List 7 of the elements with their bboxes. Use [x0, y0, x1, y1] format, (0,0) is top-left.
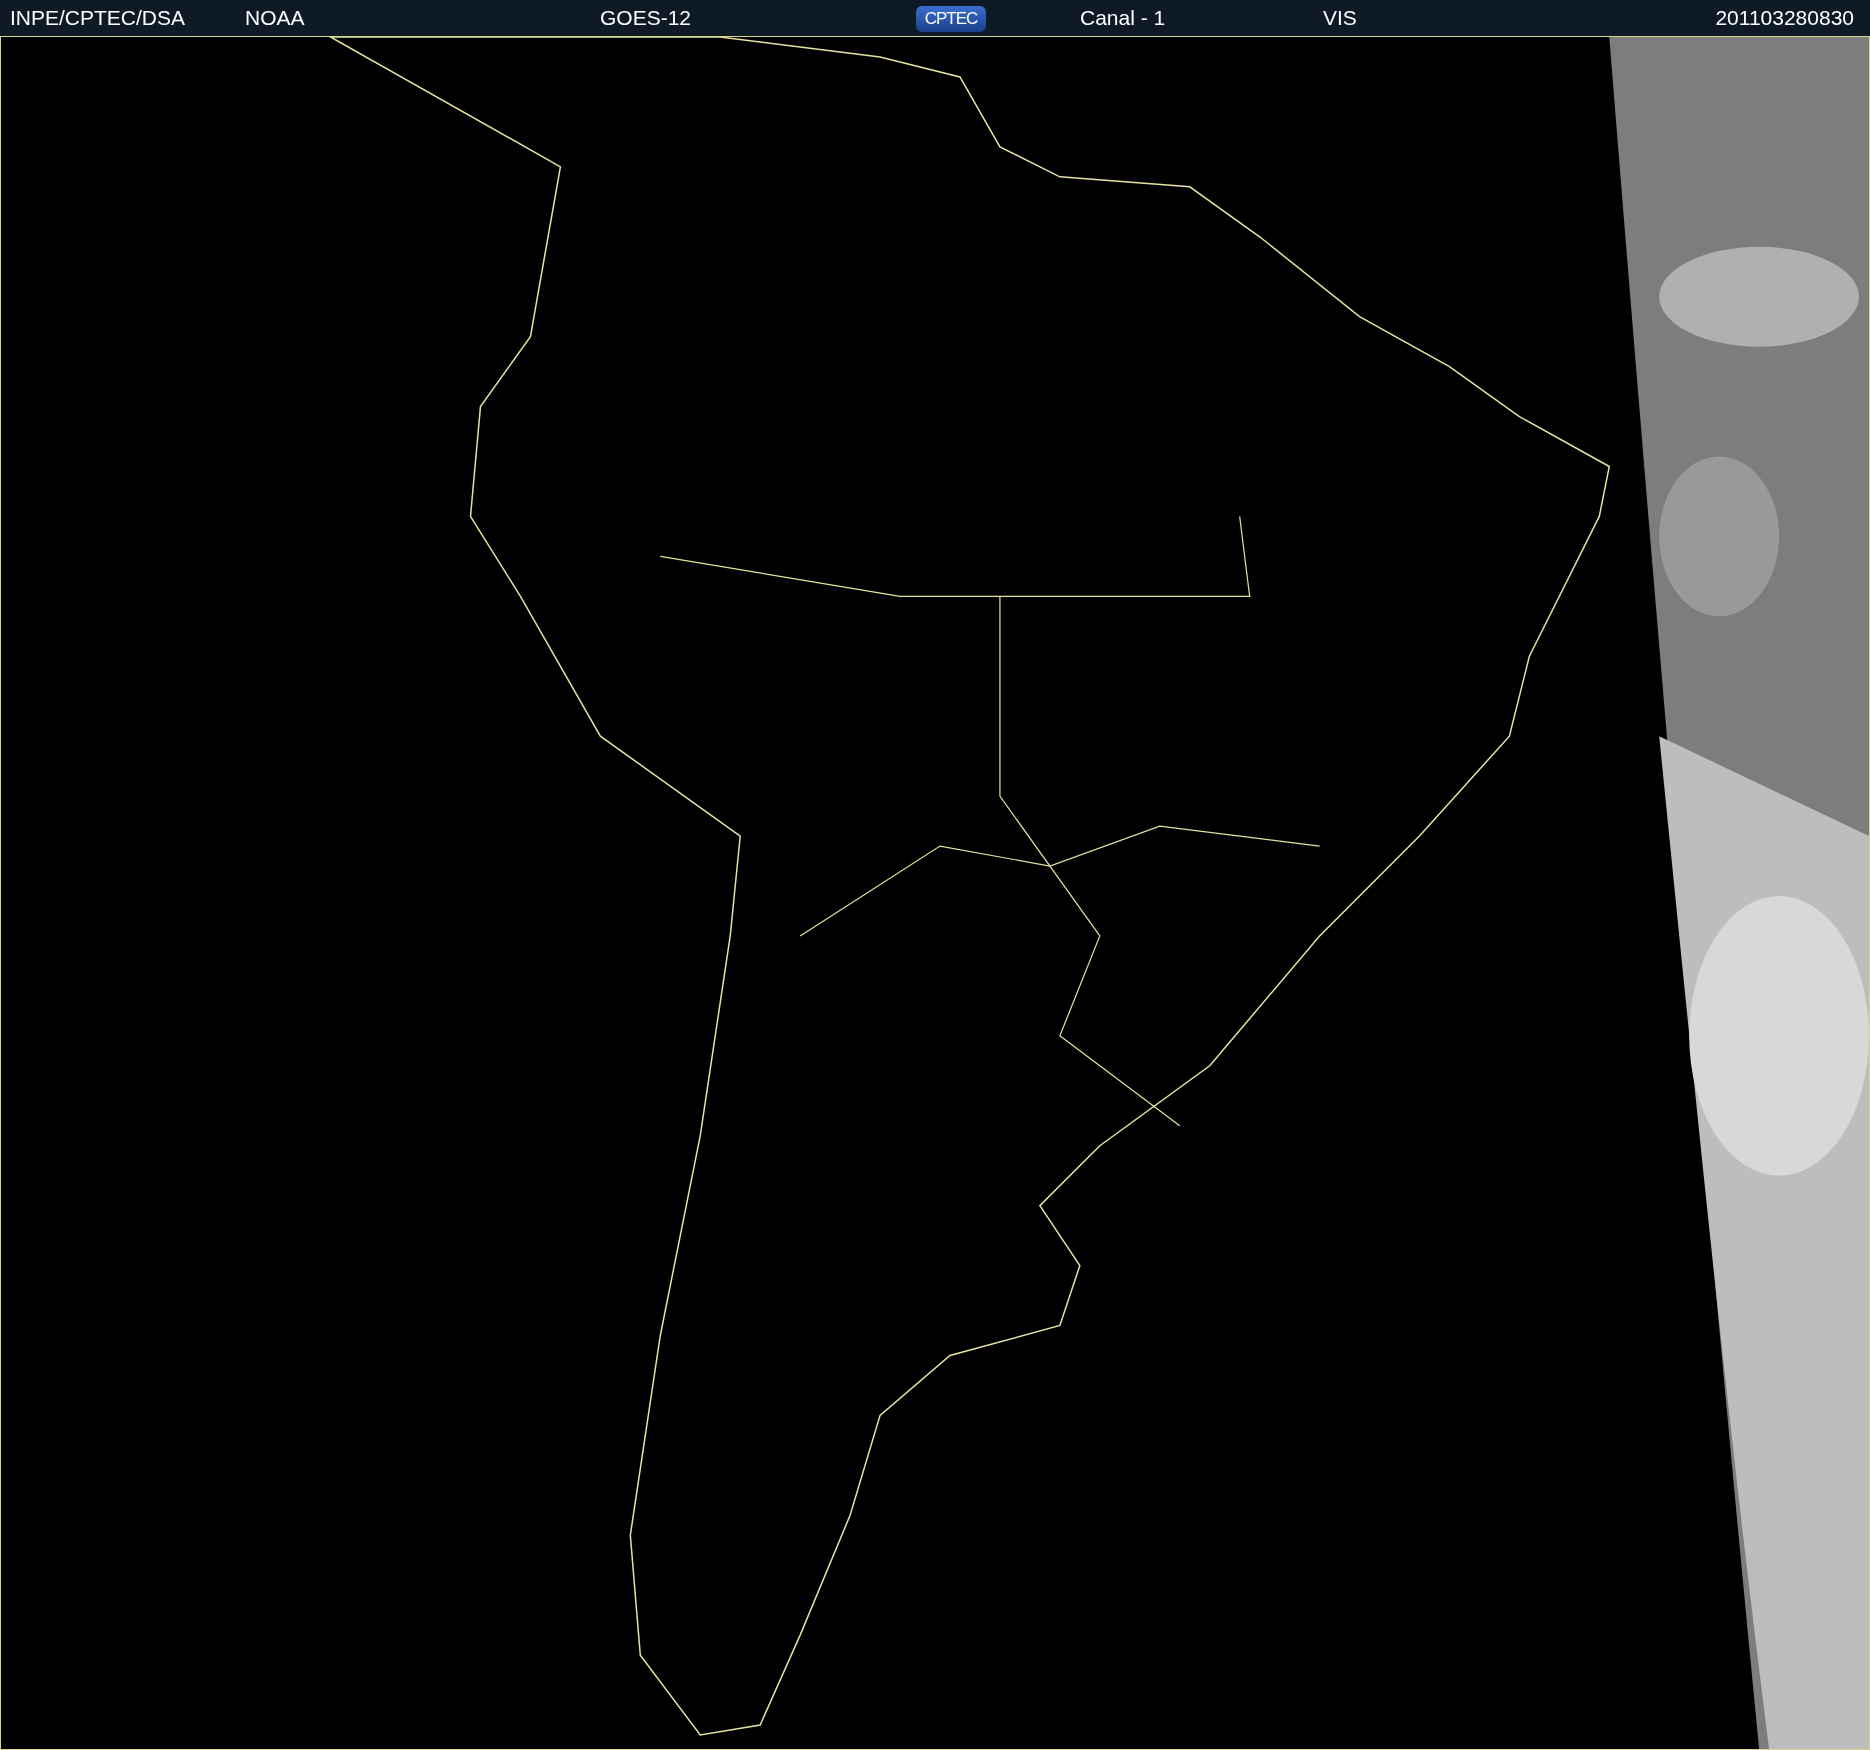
- header-label: 201103280830: [1715, 6, 1854, 30]
- header-label: VIS: [1323, 6, 1358, 30]
- header-label: Canal - 1: [1080, 6, 1167, 30]
- logo-badge: CPTEC: [916, 5, 986, 32]
- header-label: NOAA: [245, 6, 306, 30]
- header-label: GOES-12: [600, 6, 693, 30]
- header-label: INPE/CPTEC/DSA: [10, 6, 187, 30]
